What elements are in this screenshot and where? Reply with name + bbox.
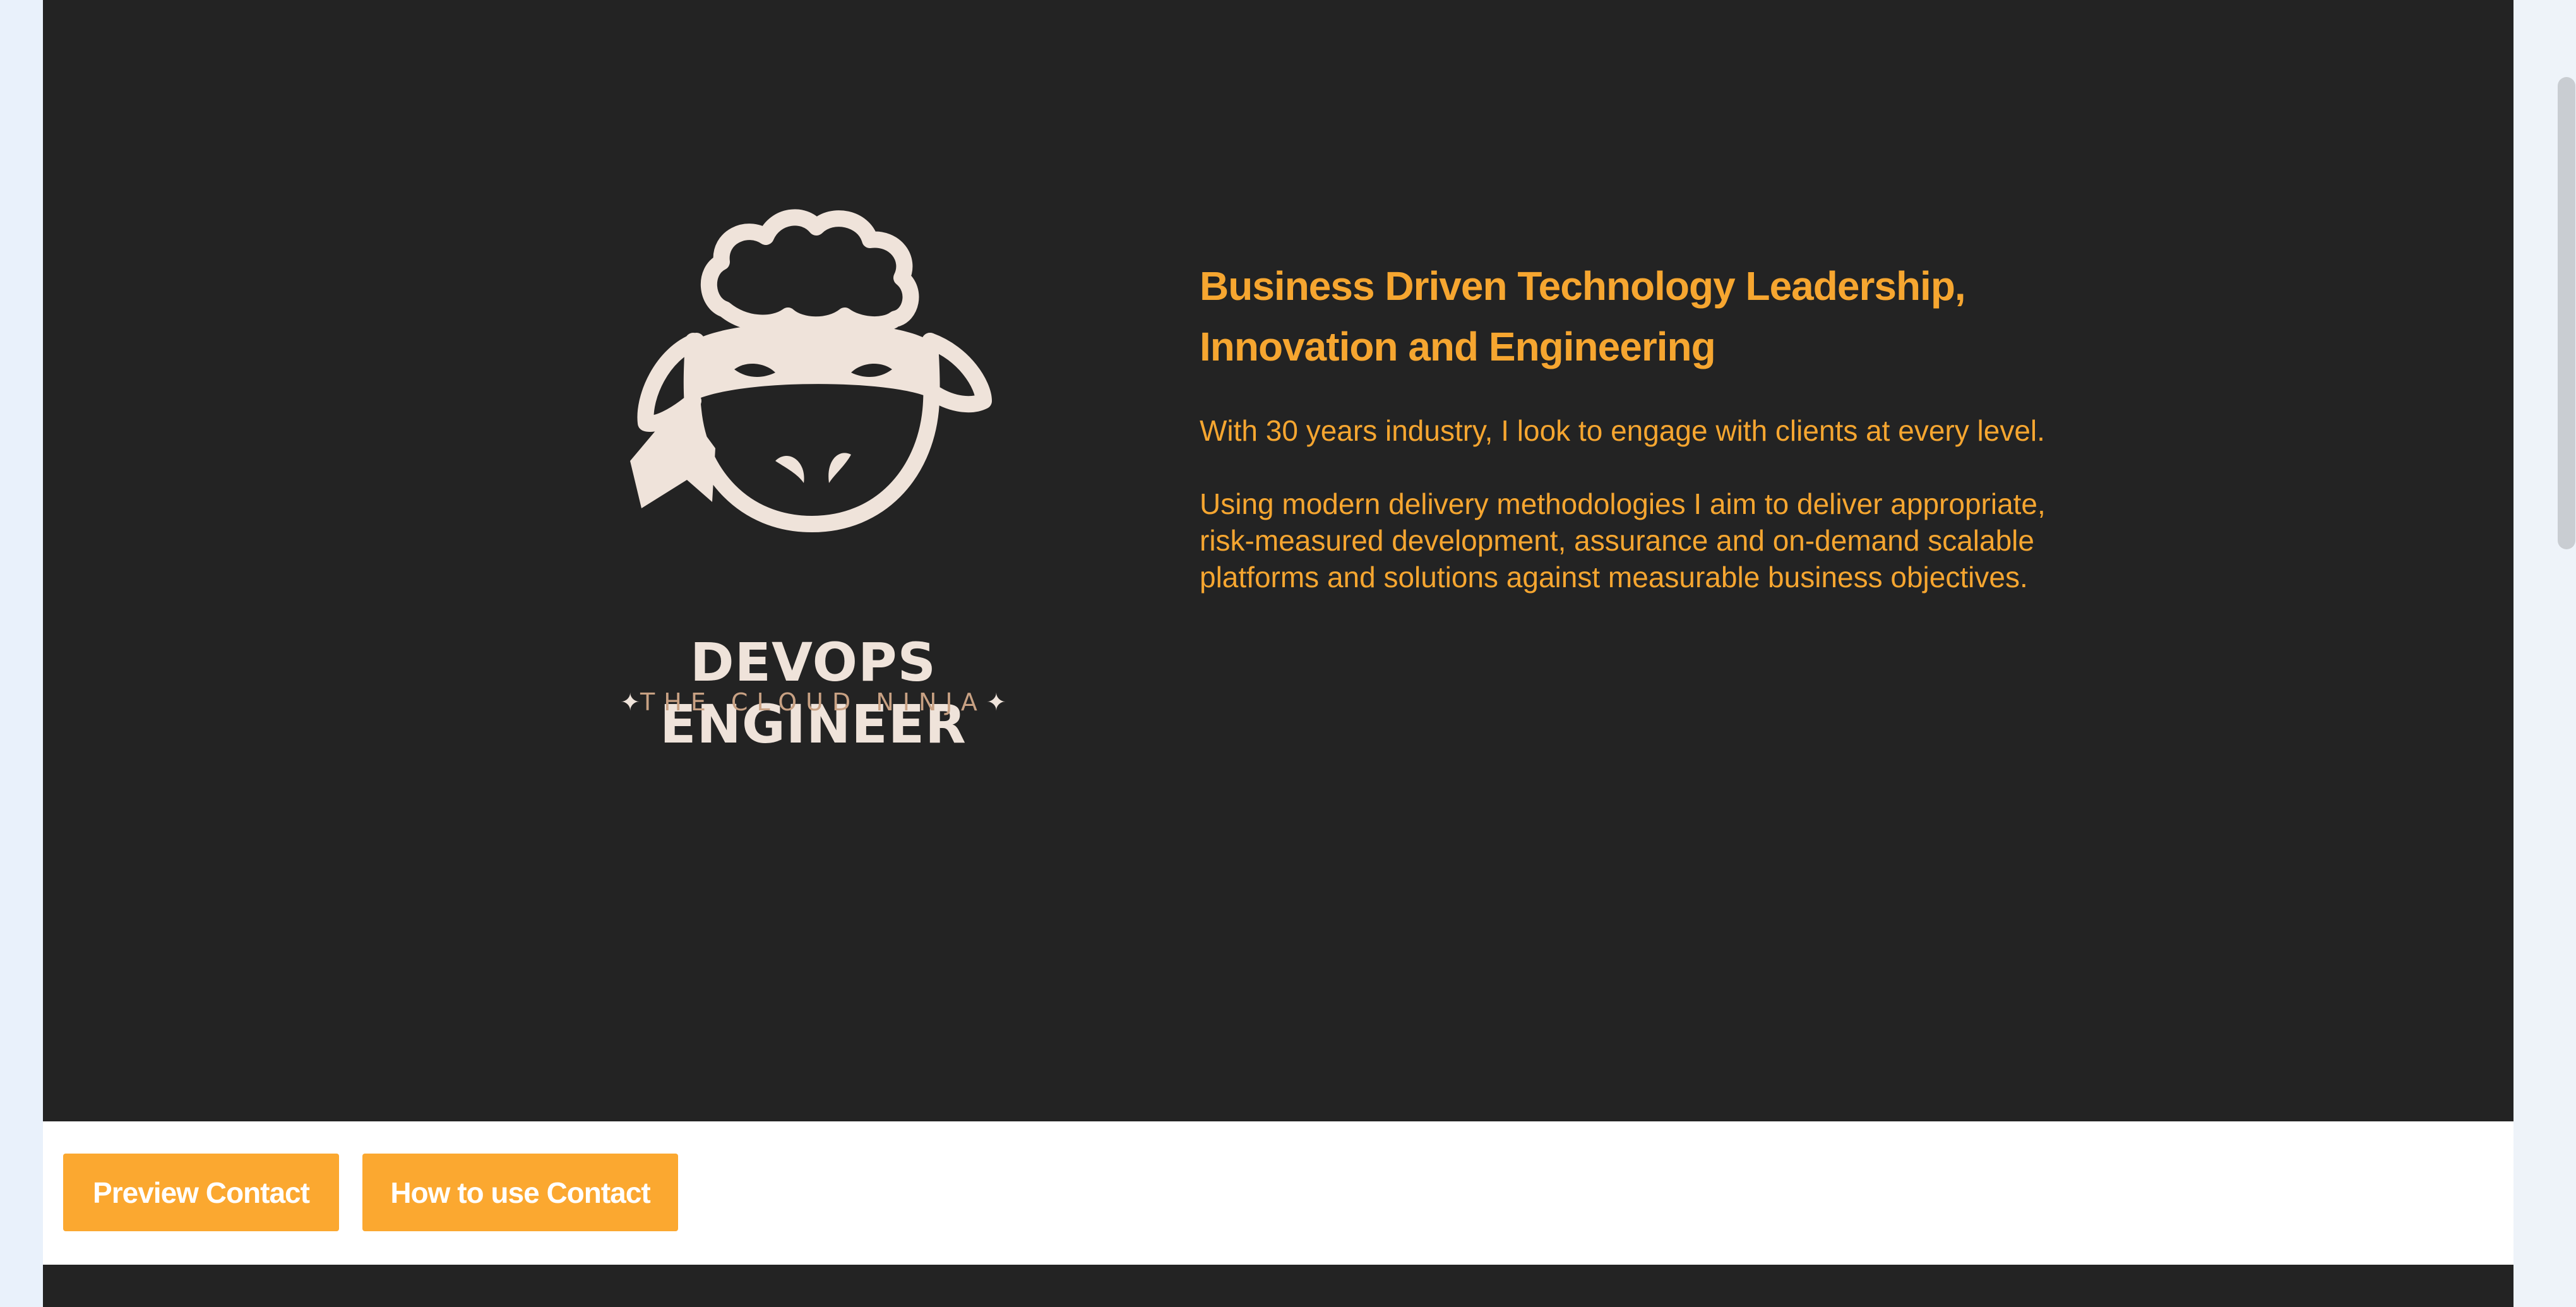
hero-section: DEVOPS ENGINEER ✦THE CLOUD NINJA✦ Busine…: [43, 0, 2513, 1121]
ninja-sheep-logo-icon: [630, 209, 992, 532]
how-to-use-contact-button[interactable]: How to use Contact: [362, 1154, 678, 1231]
hero-copy: Business Driven Technology Leadership, I…: [1200, 256, 2084, 595]
brand-logo: DEVOPS ENGINEER ✦THE CLOUD NINJA✦: [535, 183, 1091, 755]
page: DEVOPS ENGINEER ✦THE CLOUD NINJA✦ Busine…: [43, 0, 2513, 1307]
footer-strip: [43, 1265, 2513, 1307]
hero-heading: Business Driven Technology Leadership, I…: [1200, 263, 1966, 369]
hero-paragraph-experience: With 30 years industry, I look to engage…: [1200, 414, 2045, 447]
scrollbar-thumb[interactable]: [2558, 77, 2575, 549]
hero-paragraph-delivery: Using modern delivery methodologies I ai…: [1200, 487, 2046, 594]
logo-subtitle-text: THE CLOUD NINJA: [640, 688, 986, 716]
page-scrollbar[interactable]: [2513, 0, 2576, 1307]
sparkle-icon: ✦: [620, 688, 641, 716]
sparkle-icon: ✦: [986, 688, 1006, 716]
preview-contact-button[interactable]: Preview Contact: [63, 1154, 339, 1231]
logo-subtitle: ✦THE CLOUD NINJA✦: [535, 688, 1091, 716]
